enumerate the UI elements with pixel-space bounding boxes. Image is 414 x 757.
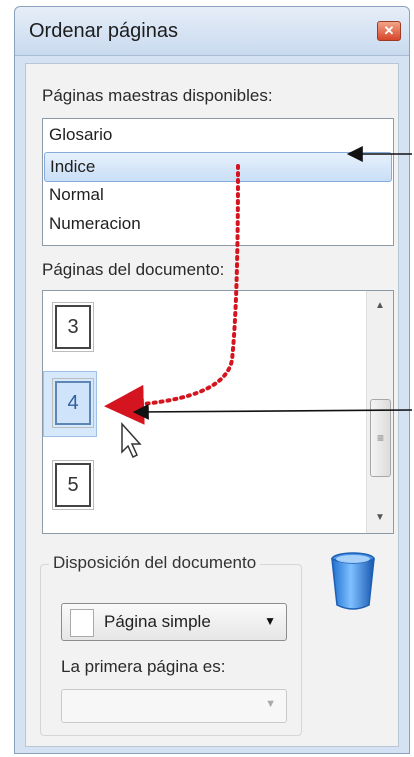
page-thumb-5[interactable]: 5 (52, 460, 94, 510)
master-item-glosario[interactable]: Glosario (49, 125, 112, 145)
master-pages-label: Páginas maestras disponibles: (42, 86, 273, 105)
dialog-body: Páginas maestras disponibles: Glosario I… (25, 63, 399, 747)
master-item-numeracion[interactable]: Numeracion (49, 214, 141, 234)
first-page-select: ▼ (61, 689, 287, 723)
scroll-down-arrow-icon[interactable]: ▼ (367, 505, 393, 531)
document-pages-label: Páginas del documento: (42, 260, 225, 279)
layout-mode-dropdown[interactable]: Página simple ▼ (61, 603, 287, 641)
page-thumb-4[interactable]: 4 (52, 378, 94, 428)
scroll-thumb[interactable]: ≡ (370, 399, 391, 477)
chevron-down-icon: ▼ (265, 698, 276, 710)
document-layout-group: Disposición del documento Página simple … (40, 553, 302, 736)
page-thumb-3[interactable]: 3 (52, 302, 94, 352)
chevron-down-icon: ▼ (264, 614, 276, 628)
document-pages-list[interactable]: 3 4 5 ▲ ≡ ▼ (42, 290, 394, 534)
master-item-indice[interactable]: Indice (44, 152, 392, 182)
master-item-normal[interactable]: Normal (49, 185, 104, 205)
master-pages-list[interactable]: Glosario Indice Normal Numeracion (42, 118, 394, 246)
close-icon: ✕ (383, 23, 395, 38)
ordenar-paginas-window: Ordenar páginas ✕ Páginas maestras dispo… (14, 6, 410, 754)
first-page-label: La primera página es: (61, 657, 226, 676)
trash-bin-icon[interactable] (329, 551, 377, 613)
single-page-icon (70, 609, 94, 637)
document-layout-title: Disposición del documento (49, 553, 261, 573)
title-bar[interactable]: Ordenar páginas ✕ (15, 7, 409, 56)
scroll-up-arrow-icon[interactable]: ▲ (367, 293, 393, 319)
window-title: Ordenar páginas (29, 20, 178, 42)
pages-scrollbar[interactable]: ▲ ≡ ▼ (366, 291, 393, 533)
close-button[interactable]: ✕ (377, 21, 401, 41)
layout-mode-value: Página simple (104, 612, 211, 631)
